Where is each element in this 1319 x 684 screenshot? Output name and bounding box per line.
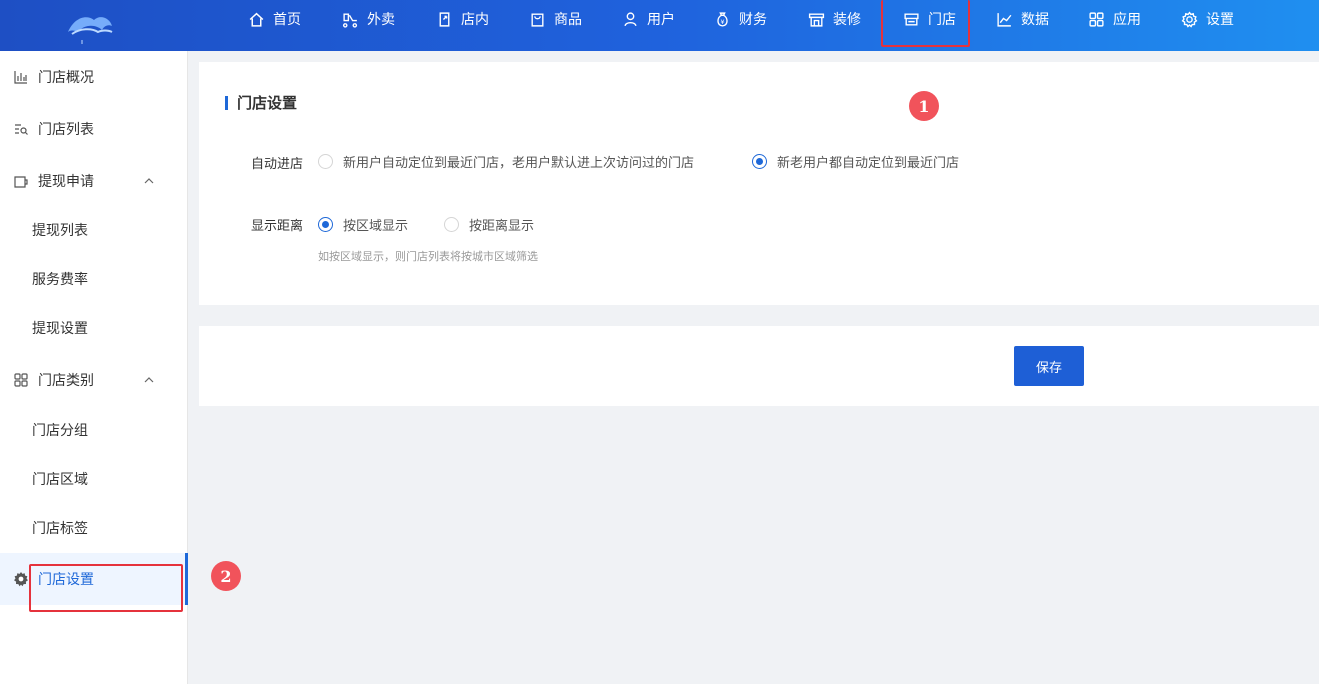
- actions-panel: 保存: [199, 326, 1319, 406]
- wallet-icon: [12, 172, 30, 190]
- svg-text:¥: ¥: [720, 17, 724, 25]
- sidebar-item-withdraw-settings[interactable]: 提现设置: [0, 308, 188, 348]
- bag-icon: [531, 12, 544, 27]
- sidebar-item-store-category[interactable]: 门店类别: [0, 360, 188, 400]
- auto-enter-option-all-nearest[interactable]: 新老用户都自动定位到最近门店: [752, 152, 959, 171]
- distance-option-by-distance[interactable]: 按距离显示: [444, 215, 534, 234]
- sidebar-item-label: 门店类别: [38, 373, 94, 389]
- nav-item-takeout[interactable]: 外卖: [342, 0, 395, 38]
- chevron-up-icon[interactable]: [143, 374, 155, 386]
- radio-label: 新老用户都自动定位到最近门店: [777, 156, 960, 171]
- sidebar-item-service-fee[interactable]: 服务费率: [0, 259, 188, 299]
- distance-hint: 如按区域显示，则门店列表将按城市区域筛选: [318, 250, 538, 263]
- bar-chart-icon: [12, 68, 30, 86]
- sidebar-item-label: 服务费率: [32, 272, 88, 288]
- radio-button[interactable]: [318, 217, 333, 232]
- radio-button[interactable]: [444, 217, 459, 232]
- radio-button[interactable]: [318, 154, 333, 169]
- scooter-icon: [343, 12, 358, 28]
- sidebar-item-withdraw-list[interactable]: 提现列表: [0, 210, 188, 250]
- nav-label: 装修: [833, 12, 861, 28]
- grid-icon: [12, 371, 30, 389]
- sidebar-item-label: 提现列表: [32, 223, 88, 239]
- chart-line-icon: [997, 12, 1012, 27]
- nav-item-decoration[interactable]: 装修: [808, 0, 861, 38]
- nav-item-users[interactable]: 用户: [622, 0, 675, 38]
- nav-label: 应用: [1113, 12, 1141, 28]
- nav-item-dine-in[interactable]: 店内: [436, 0, 489, 38]
- radio-button[interactable]: [752, 154, 767, 169]
- top-nav-bar: 首页 外卖 店内 商品 用户 ¥ 财务 装修 门店 数据 应用 设置: [0, 0, 1319, 51]
- nav-item-finance[interactable]: ¥ 财务: [714, 0, 767, 38]
- auto-enter-option-nearest-or-last[interactable]: 新用户自动定位到最近门店，老用户默认进上次访问过的门店: [318, 152, 694, 171]
- distance-option-by-region[interactable]: 按区域显示: [318, 215, 408, 234]
- distance-label: 显示距离: [251, 219, 304, 234]
- nav-label: 数据: [1021, 12, 1049, 28]
- gear-icon: [12, 570, 30, 588]
- sidebar-item-label: 提现申请: [38, 174, 94, 190]
- nav-label: 商品: [554, 12, 582, 28]
- home-icon: [249, 12, 264, 27]
- chevron-up-icon[interactable]: [143, 175, 155, 187]
- door-icon: [439, 11, 450, 27]
- nav-label: 用户: [647, 12, 675, 28]
- sidebar-item-withdraw-apply[interactable]: 提现申请: [0, 161, 188, 201]
- logo-icon: [68, 17, 113, 44]
- annotation-badge-1: 1: [909, 91, 939, 121]
- nav-label: 财务: [739, 12, 767, 28]
- nav-item-settings[interactable]: 设置: [1181, 0, 1234, 38]
- nav-item-apps[interactable]: 应用: [1088, 0, 1141, 38]
- save-button[interactable]: 保存: [1014, 346, 1084, 386]
- sidebar-item-label: 门店列表: [38, 122, 94, 138]
- sidebar-item-store-region[interactable]: 门店区域: [0, 459, 188, 499]
- radio-label: 按区域显示: [343, 219, 409, 234]
- nav-item-home[interactable]: 首页: [248, 0, 301, 38]
- nav-label: 外卖: [367, 12, 395, 28]
- nav-label: 设置: [1206, 12, 1234, 28]
- sidebar-item-store-list[interactable]: 门店列表: [0, 109, 188, 149]
- sidebar-highlight-box: [29, 564, 183, 612]
- annotation-badge-2: 2: [211, 561, 241, 591]
- nav-item-products[interactable]: 商品: [529, 0, 582, 38]
- money-bag-icon: ¥: [717, 11, 728, 27]
- sidebar-item-label: 门店概况: [38, 70, 94, 86]
- sidebar-item-label: 门店标签: [32, 521, 88, 537]
- gear-icon: [1181, 10, 1198, 28]
- page-title: 门店设置: [225, 92, 297, 113]
- sidebar-item-store-tag[interactable]: 门店标签: [0, 508, 188, 548]
- settings-panel: 门店设置 自动进店 新用户自动定位到最近门店，老用户默认进上次访问过的门店 新老…: [199, 62, 1319, 305]
- sidebar-item-label: 提现设置: [32, 321, 88, 337]
- user-icon: [624, 11, 637, 26]
- sidebar-item-label: 门店分组: [32, 423, 88, 439]
- nav-item-data[interactable]: 数据: [996, 0, 1049, 38]
- nav-label: 首页: [273, 12, 301, 28]
- sidebar: 门店概况 门店列表 提现申请 提现列表 服务费率 提现设置 门店类别 门店分组 …: [0, 51, 188, 684]
- sidebar-item-label: 门店区域: [32, 472, 88, 488]
- apps-icon: [1089, 11, 1104, 27]
- radio-label: 按距离显示: [469, 219, 535, 234]
- sidebar-item-store-overview[interactable]: 门店概况: [0, 57, 188, 97]
- radio-label: 新用户自动定位到最近门店，老用户默认进上次访问过的门店: [343, 156, 695, 171]
- auto-enter-label: 自动进店: [251, 157, 304, 172]
- nav-label: 店内: [461, 12, 489, 28]
- nav-highlight-box: [881, 0, 970, 47]
- storefront-icon: [808, 12, 825, 27]
- list-search-icon: [12, 120, 30, 138]
- sidebar-item-store-group[interactable]: 门店分组: [0, 410, 188, 450]
